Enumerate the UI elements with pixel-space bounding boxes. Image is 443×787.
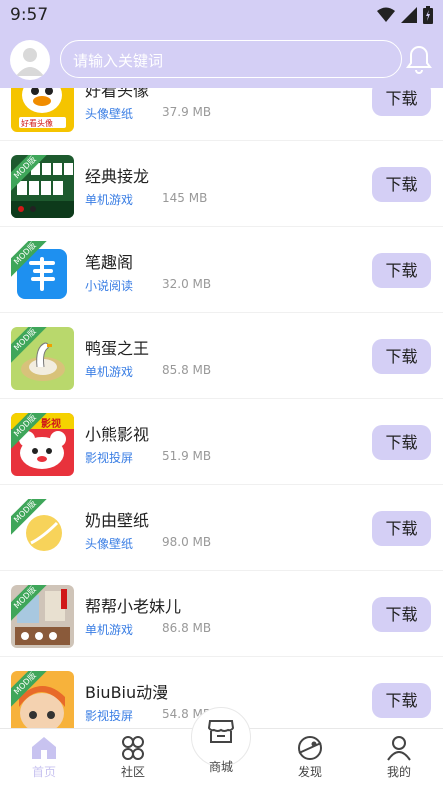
nav-community-label: 社区 <box>120 765 145 779</box>
status-bar: 9:57 <box>0 0 443 30</box>
list-item[interactable]: MOD版 经典接龙 单机游戏 145 MB 下载 <box>0 141 443 227</box>
app-name: 经典接龙 <box>85 167 150 186</box>
app-category[interactable]: 小说阅读 <box>85 277 133 294</box>
app-size: 51.9 MB <box>162 449 212 463</box>
status-icons <box>377 6 433 24</box>
list-item[interactable]: 影视 MOD版 小熊影视 影视投屏 51.9 MB 下载 <box>0 399 443 485</box>
search-input[interactable]: 请输入关键词 <box>60 40 402 78</box>
nav-discover[interactable]: 发现 <box>280 735 340 780</box>
download-button[interactable]: 下载 <box>372 253 431 288</box>
nav-store[interactable]: 商城 <box>191 708 251 775</box>
store-icon <box>207 720 235 743</box>
nav-community[interactable]: 社区 <box>103 735 163 780</box>
app-category[interactable]: 头像壁纸 <box>85 105 133 122</box>
status-time: 9:57 <box>10 5 49 25</box>
app-name: 奶由壁纸 <box>85 511 150 530</box>
nav-home-label: 首页 <box>31 765 56 779</box>
list-item[interactable]: MOD版 奶由壁纸 头像壁纸 98.0 MB 下载 <box>0 485 443 571</box>
app-size: 145 MB <box>162 191 208 205</box>
app-category[interactable]: 单机游戏 <box>85 191 133 208</box>
nav-home[interactable]: 首页 <box>14 735 74 780</box>
app-category[interactable]: 单机游戏 <box>85 363 133 380</box>
app-list: 好看头像 好看头像 头像壁纸 37.9 MB 下载 MOD版 经典接龙 单机游戏… <box>0 55 443 743</box>
solitaire-icon: MOD版 <box>11 155 74 218</box>
download-button[interactable]: 下载 <box>372 425 431 460</box>
icon-caption: 好看头像 <box>21 119 53 128</box>
app-size: 37.9 MB <box>162 105 212 119</box>
signal-icon <box>401 7 417 23</box>
app-name: BiuBiu动漫 <box>85 683 169 702</box>
top-bar: 9:57 请输入关键词 <box>0 0 443 88</box>
list-item[interactable]: MOD版 鸭蛋之王 单机游戏 85.8 MB 下载 <box>0 313 443 399</box>
list-item[interactable]: MOD版 帮帮小老妹儿 单机游戏 86.8 MB 下载 <box>0 571 443 657</box>
download-button[interactable]: 下载 <box>372 683 431 718</box>
bear-video-icon: 影视 MOD版 <box>11 413 74 476</box>
anime-girl-icon: MOD版 <box>11 671 74 734</box>
home-icon <box>32 737 56 759</box>
app-category[interactable]: 影视投屏 <box>85 707 133 724</box>
app-size: 98.0 MB <box>162 535 212 549</box>
icon-caption: 影视 <box>41 419 61 430</box>
app-size: 86.8 MB <box>162 621 212 635</box>
nav-store-label: 商城 <box>208 760 233 774</box>
app-size: 85.8 MB <box>162 363 212 377</box>
game-board-icon: MOD版 <box>11 585 74 648</box>
nav-profile-label: 我的 <box>386 765 411 779</box>
app-category[interactable]: 影视投屏 <box>85 449 133 466</box>
app-name: 鸭蛋之王 <box>85 339 150 358</box>
app-size: 32.0 MB <box>162 277 212 291</box>
duck-egg-icon: MOD版 <box>11 327 74 390</box>
app-name: 笔趣阁 <box>85 253 134 272</box>
avatar[interactable] <box>10 40 50 80</box>
discover-icon <box>298 736 322 760</box>
search-placeholder: 请输入关键词 <box>73 52 164 70</box>
bell-icon[interactable] <box>406 44 432 74</box>
nav-profile[interactable]: 我的 <box>369 735 429 780</box>
profile-icon <box>387 736 411 761</box>
app-name: 小熊影视 <box>85 425 150 444</box>
biquge-icon: MOD版 <box>11 241 74 304</box>
list-item[interactable]: MOD版 笔趣阁 小说阅读 32.0 MB 下载 <box>0 227 443 313</box>
app-category[interactable]: 头像壁纸 <box>85 535 133 552</box>
download-button[interactable]: 下载 <box>372 167 431 202</box>
nav-discover-label: 发现 <box>297 765 322 779</box>
battery-icon <box>423 6 433 24</box>
header: 请输入关键词 <box>0 36 443 82</box>
user-avatar-icon <box>16 48 44 76</box>
app-name: 帮帮小老妹儿 <box>85 597 182 616</box>
app-category[interactable]: 单机游戏 <box>85 621 133 638</box>
download-button[interactable]: 下载 <box>372 597 431 632</box>
download-button[interactable]: 下载 <box>372 339 431 374</box>
wifi-icon <box>377 7 395 22</box>
wallpaper-icon: MOD版 <box>11 499 74 562</box>
download-button[interactable]: 下载 <box>372 511 431 546</box>
community-icon <box>122 736 144 760</box>
